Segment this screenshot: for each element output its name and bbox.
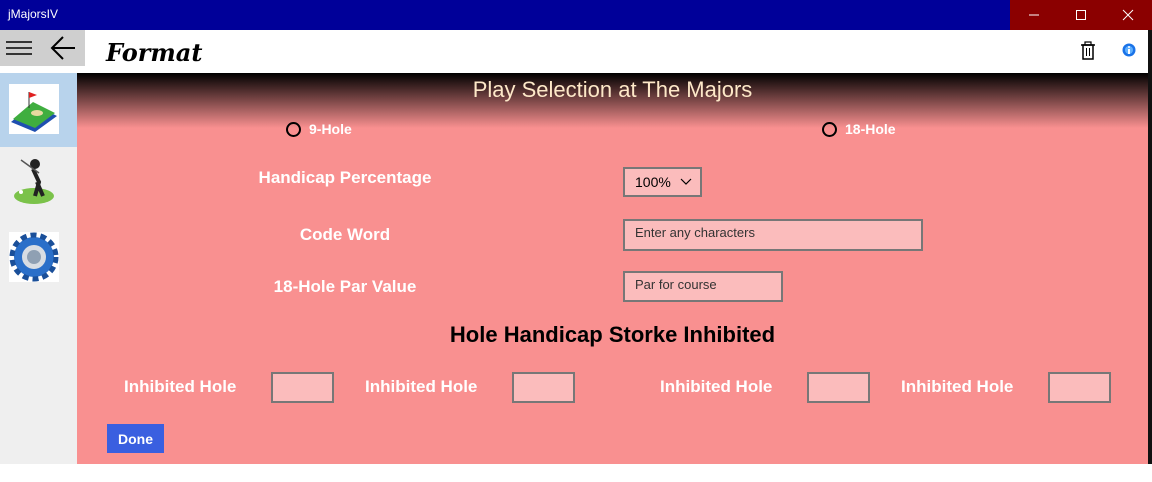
minimize-button[interactable] bbox=[1010, 0, 1057, 30]
handicap-percentage-label: Handicap Percentage bbox=[258, 168, 432, 187]
page-title: Format bbox=[106, 38, 203, 67]
inhibited-hole-label-1: Inhibited Hole bbox=[124, 377, 237, 396]
radio-label-9-hole: 9-Hole bbox=[309, 121, 352, 137]
radio-circle bbox=[822, 121, 837, 137]
close-icon bbox=[1122, 9, 1133, 21]
code-word-label: Code Word bbox=[299, 225, 391, 244]
inhibited-hole-label-2: Inhibited Hole bbox=[365, 377, 478, 396]
code-word-input[interactable]: Enter any characters bbox=[623, 219, 923, 251]
sidebar bbox=[0, 73, 77, 464]
handicap-percentage-select[interactable]: 100% bbox=[623, 167, 702, 197]
chevron-down-icon bbox=[680, 178, 692, 185]
page-heading: Play Selection at The Majors bbox=[472, 77, 753, 102]
info-icon[interactable] bbox=[1122, 43, 1136, 57]
inhibited-hole-input-1[interactable] bbox=[271, 372, 334, 403]
inhibited-hole-input-4[interactable] bbox=[1048, 372, 1111, 403]
minimize-icon bbox=[1028, 14, 1039, 16]
app-title: jMajorsIV bbox=[8, 7, 59, 21]
par-value-label: 18-Hole Par Value bbox=[273, 277, 417, 296]
content-area: Play Selection at The Majors 9-Hole 18-H… bbox=[77, 73, 1148, 464]
handicap-percentage-value: 100% bbox=[635, 174, 671, 190]
radio-18-hole[interactable]: 18-Hole bbox=[822, 121, 896, 137]
trash-icon[interactable] bbox=[1080, 41, 1096, 60]
window-controls bbox=[1010, 0, 1152, 30]
inhibited-hole-label-4: Inhibited Hole bbox=[901, 377, 1014, 396]
maximize-button[interactable] bbox=[1057, 0, 1104, 30]
inhibited-hole-label-3: Inhibited Hole bbox=[660, 377, 773, 396]
inhibited-hole-input-3[interactable] bbox=[807, 372, 870, 403]
title-bar: jMajorsIV bbox=[0, 0, 1152, 30]
nav-area bbox=[0, 30, 85, 66]
back-arrow-icon[interactable] bbox=[50, 36, 76, 60]
settings-gear-icon[interactable] bbox=[9, 232, 59, 282]
done-button[interactable]: Done bbox=[107, 424, 164, 453]
hamburger-menu-icon[interactable] bbox=[6, 39, 32, 57]
maximize-icon bbox=[1075, 10, 1086, 20]
bottom-strip bbox=[0, 464, 1152, 482]
close-button[interactable] bbox=[1104, 0, 1151, 30]
radio-9-hole[interactable]: 9-Hole bbox=[286, 121, 352, 137]
inhibited-heading: Hole Handicap Storke Inhibited bbox=[449, 322, 776, 347]
radio-circle bbox=[286, 121, 301, 137]
inhibited-hole-input-2[interactable] bbox=[512, 372, 575, 403]
golfer-icon[interactable] bbox=[9, 156, 59, 206]
golf-course-icon[interactable] bbox=[9, 84, 59, 134]
window-edge bbox=[1148, 30, 1152, 464]
radio-label-18-hole: 18-Hole bbox=[845, 121, 896, 137]
par-value-input[interactable]: Par for course bbox=[623, 271, 783, 302]
